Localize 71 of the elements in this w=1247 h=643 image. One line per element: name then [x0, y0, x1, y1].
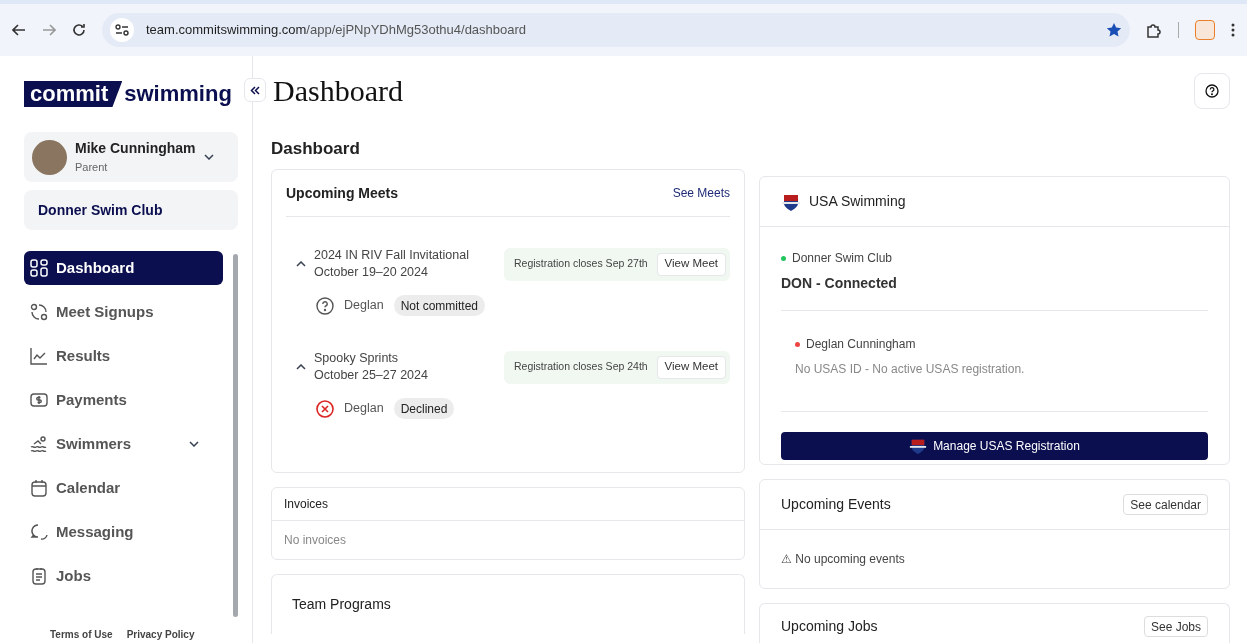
meet-dates: October 25–27 2024 — [314, 367, 429, 384]
meet-name: Spooky Sprints — [314, 350, 400, 367]
user-role: Parent — [75, 160, 109, 176]
extensions-icon[interactable] — [1146, 22, 1162, 38]
registration-note: No USAS ID - No active USAS registration. — [794, 361, 1026, 378]
url-text: team.commitswimming.com/app/ejPNpYDhMg53othu4/dashboard — [146, 21, 527, 40]
user-menu[interactable]: Mike Cunningham Parent — [24, 132, 238, 182]
nav-item[interactable]: Dashboard — [24, 251, 223, 285]
menu-icon[interactable] — [1231, 23, 1235, 37]
help-button[interactable] — [1194, 72, 1230, 109]
avatar — [32, 139, 67, 175]
see-jobs-button[interactable]: See Jobs — [1143, 616, 1208, 637]
commitment-status: Declined — [393, 398, 455, 419]
card-title: Upcoming Jobs — [781, 617, 878, 636]
document-icon — [30, 567, 48, 585]
view-meet-button[interactable]: View Meet — [656, 355, 726, 379]
nav-item[interactable]: Payments — [24, 383, 223, 417]
card-title: Upcoming Meets — [286, 183, 398, 203]
logo[interactable]: commit swimming — [24, 81, 232, 107]
nav-item[interactable]: Swimmers — [24, 427, 223, 461]
swimmer-name: Deglan — [344, 400, 384, 418]
scrollbar[interactable] — [233, 254, 238, 617]
meet-dates: October 19–20 2024 — [314, 264, 429, 281]
commitment-status: Not committed — [393, 295, 485, 316]
address-bar[interactable]: team.commitswimming.com/app/ejPNpYDhMg53othu4/dashboard — [102, 13, 1130, 47]
card-title: Invoices — [272, 488, 744, 521]
footer-link[interactable]: Privacy Policy — [126, 627, 195, 642]
swimmer-icon — [30, 435, 48, 453]
back-icon[interactable] — [12, 23, 26, 37]
nav-item[interactable]: Jobs — [24, 559, 223, 593]
swimmer-name: Deglan Cunningham — [806, 336, 916, 353]
see-calendar-button[interactable]: See calendar — [1123, 494, 1208, 515]
chevron-up-icon[interactable] — [296, 364, 306, 370]
nav-item[interactable]: Meet Signups — [24, 295, 223, 329]
reload-icon[interactable] — [72, 23, 86, 37]
chevron-down-icon — [204, 154, 214, 160]
calendar-icon — [30, 479, 48, 497]
empty-message: No invoices — [283, 532, 348, 549]
registration-deadline: Registration closes Sep 27th — [514, 256, 648, 272]
card-title: Team Programs — [292, 596, 391, 612]
nav-item[interactable]: Messaging — [24, 515, 223, 549]
signup-icon — [30, 303, 48, 321]
view-meet-button[interactable]: View Meet — [656, 252, 726, 276]
dollar-icon — [30, 391, 48, 409]
club-name: Donner Swim Club — [792, 250, 893, 267]
empty-message: ⚠ No upcoming events — [780, 551, 906, 568]
card-title: USA Swimming — [809, 192, 906, 211]
swimmer-name: Deglan — [344, 297, 384, 315]
site-settings-icon[interactable] — [115, 24, 129, 36]
star-icon[interactable] — [1106, 22, 1122, 38]
registration-deadline: Registration closes Sep 24th — [514, 359, 648, 375]
manage-registration-button[interactable]: Manage USAS Registration — [781, 432, 1208, 460]
meet-name: 2024 IN RIV Fall Invitational — [314, 247, 470, 264]
connection-status: DON - Connected — [781, 274, 898, 293]
page-title: Dashboard — [273, 73, 403, 110]
chart-icon — [30, 347, 48, 365]
collapse-sidebar-button[interactable] — [244, 78, 266, 102]
card-title: Upcoming Events — [781, 495, 891, 514]
user-name: Mike Cunningham — [75, 139, 196, 159]
section-title: Dashboard — [271, 137, 361, 160]
nav-item[interactable]: Results — [24, 339, 223, 373]
see-meets-link[interactable]: See Meets — [672, 184, 730, 202]
shield-icon — [909, 437, 928, 455]
forward-icon[interactable] — [42, 23, 56, 37]
grid-icon — [30, 259, 48, 277]
help-icon — [1205, 83, 1219, 98]
chevron-up-icon[interactable] — [296, 261, 306, 267]
double-chevron-left-icon — [250, 85, 260, 95]
footer-link[interactable]: Terms of Use — [50, 627, 113, 642]
nav-item[interactable]: Calendar — [24, 471, 223, 505]
club-selector[interactable]: Donner Swim Club — [24, 190, 238, 230]
